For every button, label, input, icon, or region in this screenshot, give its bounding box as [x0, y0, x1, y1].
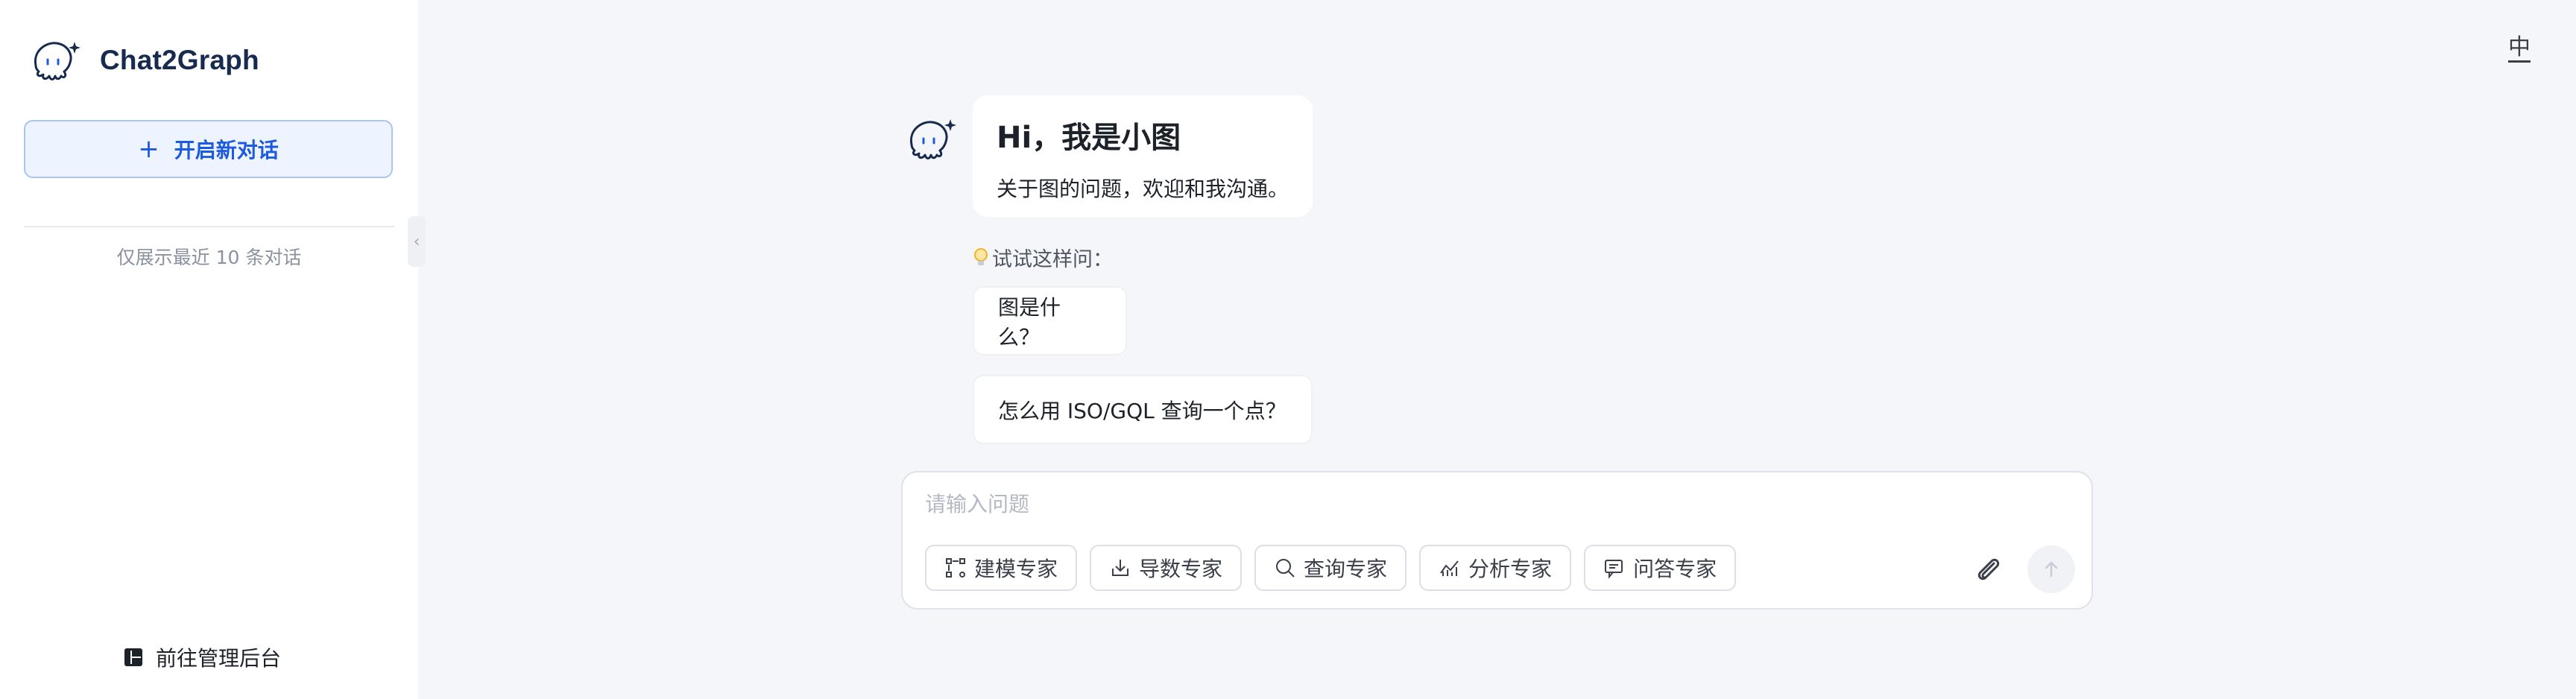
- new-chat-button[interactable]: + 开启新对话: [24, 120, 393, 178]
- expert-label: 问答专家: [1633, 557, 1717, 581]
- expert-qa-button[interactable]: 问答专家: [1584, 545, 1737, 591]
- chat-input-box: 建模专家 导数专家 查询专家 分析专家: [901, 471, 2093, 610]
- send-button[interactable]: [2027, 545, 2075, 593]
- divider: [24, 226, 394, 227]
- brand: Chat2Graph: [30, 37, 259, 83]
- octopus-logo-icon: [34, 42, 80, 80]
- greeting-bubble: Hi，我是小图 关于图的问题，欢迎和我沟通。: [973, 95, 1313, 217]
- question-input[interactable]: [925, 489, 2043, 519]
- recent-chats-note: 仅展示最近 10 条对话: [116, 247, 302, 268]
- expert-analysis-button[interactable]: 分析专家: [1419, 545, 1572, 591]
- new-chat-label: 开启新对话: [174, 138, 279, 162]
- bot-avatar-icon: [909, 119, 956, 159]
- admin-console-link[interactable]: 前往管理后台: [123, 642, 281, 672]
- language-toggle[interactable]: 中: [2508, 28, 2531, 61]
- dashboard-icon: [124, 648, 142, 666]
- plus-icon: +: [138, 134, 160, 164]
- modeling-icon: [946, 558, 965, 578]
- expert-import-button[interactable]: 导数专家: [1090, 545, 1243, 591]
- expert-modeling-button[interactable]: 建模专家: [925, 545, 1078, 591]
- arrow-up-icon: [2045, 561, 2058, 578]
- collapse-sidebar-button[interactable]: ‹: [408, 216, 426, 267]
- app-title: Chat2Graph: [100, 45, 259, 75]
- try-asking-label: 试试这样问：: [973, 243, 1113, 272]
- expert-query-button[interactable]: 查询专家: [1254, 545, 1407, 591]
- admin-label: 前往管理后台: [156, 646, 282, 671]
- greeting-subtitle: 关于图的问题，欢迎和我沟通。: [997, 177, 1289, 201]
- import-icon: [1112, 560, 1129, 576]
- expert-label: 导数专家: [1139, 557, 1223, 581]
- query-icon: [1276, 559, 1295, 578]
- expert-selector: 建模专家 导数专家 查询专家 分析专家 问答专家: [925, 545, 1737, 591]
- lightbulb-icon: [974, 247, 988, 265]
- qa-icon: [1605, 560, 1623, 579]
- chevron-left-icon: ‹: [413, 232, 420, 251]
- expert-label: 分析专家: [1468, 557, 1553, 581]
- try-asking-text: 试试这样问：: [992, 248, 1113, 271]
- greeting-title: Hi，我是小图: [997, 121, 1181, 155]
- analysis-icon: [1440, 560, 1459, 576]
- sidebar: Chat2Graph + 开启新对话 仅展示最近 10 条对话 前往管理后台: [0, 0, 418, 699]
- expert-label: 查询专家: [1304, 557, 1388, 581]
- suggestion-chip[interactable]: 怎么用 ISO/GQL 查询一个点？: [973, 375, 1313, 444]
- paperclip-icon[interactable]: [1972, 553, 2004, 586]
- suggestion-chip[interactable]: 图是什么？: [973, 286, 1127, 355]
- expert-label: 建模专家: [974, 557, 1058, 581]
